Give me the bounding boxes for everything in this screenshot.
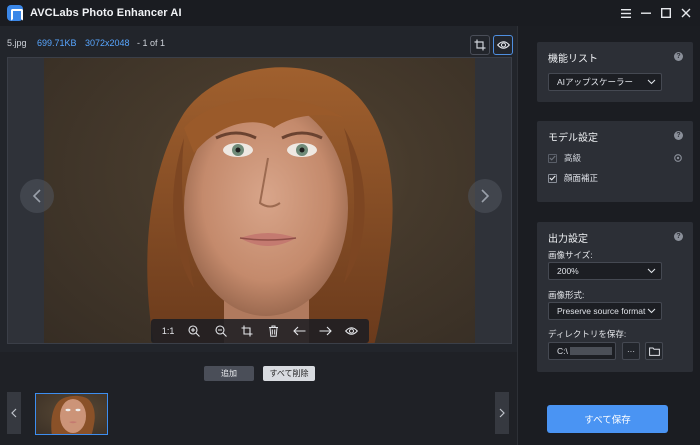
- redacted-path: [569, 347, 612, 355]
- image-format-label: 画像形式:: [548, 290, 585, 300]
- image-size-label: 画像サイズ:: [548, 250, 593, 260]
- save-directory-label: ディレクトリを保存:: [548, 329, 627, 339]
- zoom-out-icon[interactable]: [211, 321, 231, 341]
- model-settings-card: モデル設定 ? 高級 顔面補正: [537, 121, 693, 202]
- chevron-down-icon: [647, 79, 656, 85]
- open-folder-button[interactable]: [645, 342, 663, 360]
- next-image-button[interactable]: [468, 179, 502, 213]
- save-directory-input[interactable]: C:\: [548, 342, 616, 360]
- output-settings-title: 出力設定: [548, 234, 588, 245]
- compare-view-button[interactable]: [493, 35, 513, 55]
- chevron-left-icon: [32, 189, 41, 203]
- file-name: 5.jpg: [7, 38, 27, 48]
- feature-list-title: 機能リスト: [548, 54, 598, 65]
- add-button[interactable]: 追加: [204, 366, 254, 381]
- thumbnail-strip: 追加 すべて削除: [0, 352, 517, 445]
- image-format-select[interactable]: Preserve source format: [548, 302, 662, 320]
- chevron-down-icon: [647, 268, 656, 274]
- chevron-right-icon: [499, 408, 505, 418]
- browse-button[interactable]: ···: [622, 342, 640, 360]
- file-dimensions: 3072x2048: [85, 38, 130, 48]
- app-title: AVCLabs Photo Enhancer AI: [30, 7, 182, 19]
- eye-icon[interactable]: [342, 321, 362, 341]
- image-size-value: 200%: [557, 266, 579, 276]
- image-size-select[interactable]: 200%: [548, 262, 662, 280]
- face-correction-checkbox[interactable]: [548, 173, 557, 183]
- file-info-bar: 5.jpg 699.71KB 3072x2048 - 1 of 1: [0, 26, 517, 56]
- minimize-icon[interactable]: [636, 3, 656, 23]
- clear-all-button[interactable]: すべて削除: [263, 366, 315, 381]
- output-settings-card: 出力設定 ? 画像サイズ: 200% 画像形式: Preserve source…: [537, 222, 693, 372]
- save-all-button[interactable]: すべて保存: [547, 405, 668, 433]
- image-format-value: Preserve source format: [557, 306, 646, 316]
- delete-icon[interactable]: [263, 321, 283, 341]
- title-bar: AVCLabs Photo Enhancer AI: [0, 0, 700, 26]
- app-logo-icon: [7, 5, 23, 21]
- previous-image-button[interactable]: [20, 179, 54, 213]
- crop-icon[interactable]: [237, 321, 257, 341]
- folder-icon: [648, 347, 660, 356]
- model-settings-title: モデル設定: [548, 133, 598, 144]
- chevron-right-icon: [481, 189, 490, 203]
- feature-list-card: 機能リスト ? AIアップスケーラー: [537, 42, 693, 102]
- thumbnail-prev-button[interactable]: [7, 392, 21, 434]
- file-size: 699.71KB: [37, 38, 77, 48]
- advanced-option[interactable]: 高級: [548, 152, 581, 164]
- crop-icon: [474, 39, 486, 51]
- check-icon: [549, 175, 556, 181]
- arrow-right-icon[interactable]: [316, 321, 336, 341]
- help-icon[interactable]: ?: [674, 232, 683, 241]
- eye-icon: [496, 41, 510, 49]
- settings-panel: 機能リスト ? AIアップスケーラー モデル設定 ? 高級 顔面補正 出力設定 …: [517, 26, 700, 445]
- menu-icon[interactable]: [616, 3, 636, 23]
- window-controls: [616, 0, 696, 26]
- check-icon: [549, 155, 556, 161]
- close-icon[interactable]: [676, 3, 696, 23]
- face-correction-option[interactable]: 顔面補正: [548, 172, 598, 184]
- zoom-in-icon[interactable]: [184, 321, 204, 341]
- thumbnail-item[interactable]: [35, 393, 108, 435]
- actual-size-button[interactable]: 1:1: [158, 321, 178, 341]
- help-icon[interactable]: ?: [674, 52, 683, 61]
- arrow-left-icon[interactable]: [289, 321, 309, 341]
- save-directory-value: C:\: [557, 346, 568, 356]
- help-icon[interactable]: ?: [674, 131, 683, 140]
- face-correction-label: 顔面補正: [564, 173, 599, 183]
- image-viewer[interactable]: 1:1: [7, 57, 512, 344]
- thumbnail-next-button[interactable]: [495, 392, 509, 434]
- gear-icon[interactable]: [673, 153, 683, 163]
- image-toolbar: 1:1: [151, 319, 369, 343]
- file-count: - 1 of 1: [137, 38, 166, 48]
- advanced-label: 高級: [564, 153, 582, 163]
- advanced-checkbox[interactable]: [548, 153, 557, 163]
- feature-select[interactable]: AIアップスケーラー: [548, 73, 662, 91]
- feature-select-value: AIアップスケーラー: [557, 77, 634, 87]
- chevron-left-icon: [11, 408, 17, 418]
- maximize-icon[interactable]: [656, 3, 676, 23]
- crop-toggle-button[interactable]: [470, 35, 490, 55]
- chevron-down-icon: [647, 308, 656, 314]
- portrait-photo: [44, 58, 475, 343]
